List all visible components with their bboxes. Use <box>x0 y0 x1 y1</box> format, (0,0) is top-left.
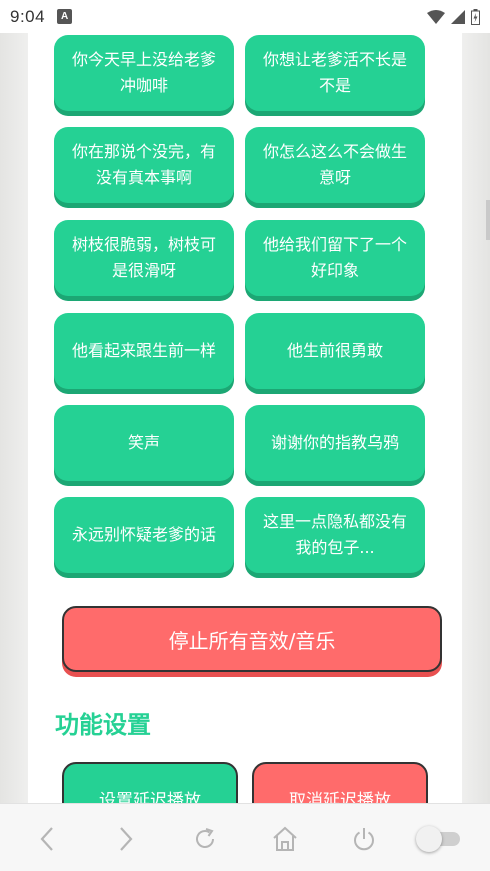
status-bar: 9:04 A <box>0 0 490 33</box>
forward-icon[interactable] <box>111 824 141 854</box>
sound-button[interactable]: 你在那说个没完，有没有真本事啊 <box>54 127 234 203</box>
set-delay-playback-button[interactable]: 设置延迟播放 <box>62 762 238 803</box>
stop-all-sounds-button[interactable]: 停止所有音效/音乐 <box>62 606 442 672</box>
back-icon[interactable] <box>32 824 62 854</box>
battery-icon <box>471 8 480 25</box>
sound-button[interactable]: 笑声 <box>54 405 234 481</box>
signal-icon <box>451 9 465 24</box>
sound-button[interactable]: 你今天早上没给老爹冲咖啡 <box>54 35 234 111</box>
sound-button[interactable]: 他给我们留下了一个好印象 <box>245 220 425 296</box>
sound-button[interactable]: 这里一点隐私都没有我的包子... <box>245 497 425 573</box>
sound-button[interactable]: 他生前很勇敢 <box>245 313 425 389</box>
night-mode-toggle[interactable] <box>416 826 462 852</box>
right-edge-shade <box>462 33 490 803</box>
power-icon[interactable] <box>349 824 379 854</box>
sound-button[interactable]: 谢谢你的指教乌鸦 <box>245 405 425 481</box>
status-time: 9:04 <box>10 6 46 26</box>
cancel-delay-playback-button[interactable]: 取消延迟播放 <box>252 762 428 803</box>
bottom-navigation-bar <box>0 803 490 871</box>
sound-button[interactable]: 你怎么这么不会做生意呀 <box>245 127 425 203</box>
refresh-icon[interactable] <box>190 824 220 854</box>
status-indicators <box>427 8 480 25</box>
toggle-knob <box>416 826 442 852</box>
left-edge-shade <box>0 33 28 803</box>
sound-button[interactable]: 树枝很脆弱，树枝可是很滑呀 <box>54 220 234 296</box>
sound-button[interactable]: 永远别怀疑老爹的话 <box>54 497 234 573</box>
wifi-icon <box>427 9 445 24</box>
home-icon[interactable] <box>270 824 300 854</box>
sound-button[interactable]: 你想让老爹活不长是不是 <box>245 35 425 111</box>
scroll-indicator <box>486 200 490 240</box>
app-notification-icon: A <box>57 9 73 24</box>
main-content[interactable]: 你今天早上没给老爹冲咖啡 你想让老爹活不长是不是 你在那说个没完，有没有真本事啊… <box>28 33 462 803</box>
sound-button[interactable]: 他看起来跟生前一样 <box>54 313 234 389</box>
section-title-settings: 功能设置 <box>55 711 151 739</box>
